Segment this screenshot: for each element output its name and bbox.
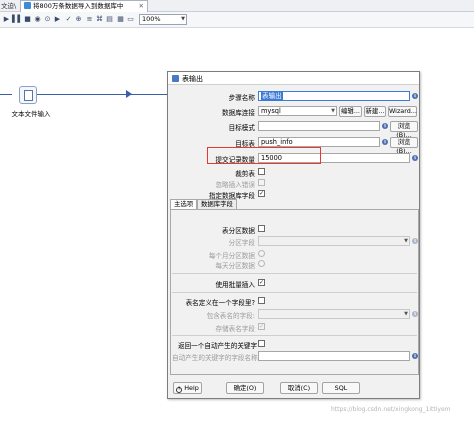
- hop-line[interactable]: [37, 94, 168, 95]
- ok-button[interactable]: 确定(O): [226, 382, 264, 394]
- watermark: https://blog.csdn.net/xingkong_1ittiyem: [331, 406, 451, 413]
- step-name-value: 表输出: [261, 92, 283, 100]
- zoom-select[interactable]: 100% ▼: [139, 14, 187, 25]
- tab-main-options[interactable]: 主选项: [170, 199, 198, 209]
- replay-icon[interactable]: ▶: [53, 15, 62, 24]
- help-label: Help: [184, 384, 199, 392]
- batch-insert-checkbox[interactable]: ✓: [258, 279, 265, 286]
- editor-tab-strip: 文迫\ 将800万条数据导入到数据库中 ✕: [0, 0, 474, 12]
- name-in-field-checkbox[interactable]: [258, 297, 265, 304]
- verify-icon[interactable]: ✓: [64, 15, 73, 24]
- explore-icon[interactable]: ⌘: [95, 15, 104, 24]
- sql-button[interactable]: SQL: [322, 382, 360, 394]
- commit-size-highlight: [207, 147, 321, 164]
- play-icon[interactable]: ▶: [2, 15, 11, 24]
- tab-database-fields[interactable]: 数据库字段: [197, 199, 237, 209]
- text-file-icon: [24, 90, 33, 101]
- variable-icon: $: [412, 155, 418, 161]
- stop-icon[interactable]: ■: [23, 15, 32, 24]
- transformation-icon: [24, 2, 31, 9]
- target-table-input[interactable]: push_info: [258, 137, 380, 147]
- results-icon[interactable]: ▤: [105, 15, 114, 24]
- name-in-field-label: 表名定义在一个字段里?: [185, 299, 255, 307]
- ignore-errors-checkbox[interactable]: [258, 179, 265, 186]
- chevron-down-icon: ▼: [181, 16, 185, 22]
- truncate-label: 裁剪表: [235, 170, 255, 178]
- sql-icon[interactable]: ≡: [85, 15, 94, 24]
- name-field-label: 包含表名的字段:: [206, 312, 255, 320]
- divider: [172, 335, 417, 336]
- close-icon[interactable]: ✕: [139, 1, 144, 12]
- connection-label: 数据库连接: [222, 109, 255, 117]
- grid-icon[interactable]: ▦: [116, 15, 125, 24]
- partition-day-radio[interactable]: [258, 260, 265, 267]
- partition-field-label: 分区字段: [228, 239, 255, 247]
- tab-transformation-label: 将800万条数据导入到数据库中: [33, 2, 124, 10]
- text-file-input-step[interactable]: [19, 86, 37, 104]
- connection-select[interactable]: mysql ▼: [258, 106, 337, 116]
- zoom-value: 100%: [142, 15, 161, 23]
- cancel-button[interactable]: 取消(C): [280, 382, 318, 394]
- specify-fields-checkbox[interactable]: ✓: [258, 190, 265, 197]
- step-name-input[interactable]: 表输出: [258, 91, 410, 101]
- hop-line-left: [0, 94, 12, 95]
- tab-previous[interactable]: 文迫\: [0, 1, 18, 11]
- browse-schema-button[interactable]: 浏览(B)...: [390, 121, 418, 139]
- variable-icon: $: [412, 238, 418, 244]
- variable-icon: $: [412, 93, 418, 99]
- batch-insert-label: 使用批量插入: [215, 281, 255, 289]
- chevron-down-icon: ▼: [404, 238, 408, 244]
- variable-icon: $: [412, 353, 418, 359]
- divider: [172, 273, 417, 274]
- browse-table-button[interactable]: 浏览(B)...: [390, 137, 418, 155]
- debug-icon[interactable]: ⊙: [43, 15, 52, 24]
- partition-month-label: 每个月分区数据: [208, 252, 255, 260]
- return-key-checkbox[interactable]: [258, 340, 265, 347]
- transformation-toolbar: ▶ ▌▌ ■ ◉ ⊙ ▶ ✓ ⊕ ≡ ⌘ ▤ ▦ ▭ 100% ▼: [0, 12, 474, 28]
- key-field-label: 自动产生的关键字的字段名称: [172, 354, 258, 362]
- table-output-dialog: 表输出 步骤名称 表输出 $ 数据库连接 mysql ▼ 编辑... 新建...…: [167, 71, 420, 399]
- store-name-checkbox[interactable]: ✓: [258, 323, 265, 330]
- divider: [172, 292, 417, 293]
- dialog-tabs: 主选项 数据库字段: [170, 199, 419, 209]
- new-connection-button[interactable]: 新建...: [364, 106, 386, 117]
- chevron-down-icon: ▼: [331, 108, 335, 114]
- step-name-label: 步骤名称: [228, 94, 255, 102]
- dialog-title: 表输出: [182, 75, 203, 83]
- variable-icon: $: [412, 311, 418, 317]
- return-key-label: 返回一个自动产生的关键字: [178, 342, 258, 350]
- help-button[interactable]: ? Help: [173, 382, 202, 394]
- target-schema-label: 目标模式: [228, 124, 255, 132]
- tab-transformation[interactable]: 将800万条数据导入到数据库中 ✕: [20, 0, 148, 12]
- step-label: 文本文件输入: [11, 110, 51, 118]
- store-name-label: 存储表名字段: [215, 325, 255, 333]
- partition-day-label: 每天分区数据: [215, 262, 255, 270]
- partition-checkbox[interactable]: [258, 225, 265, 232]
- pause-icon[interactable]: ▌▌: [12, 15, 23, 24]
- impact-icon[interactable]: ⊕: [74, 15, 83, 24]
- key-field-input[interactable]: [258, 351, 410, 361]
- name-field-select[interactable]: ▼: [258, 309, 410, 319]
- partition-label: 表分区数据: [222, 227, 255, 235]
- edit-connection-button[interactable]: 编辑...: [339, 106, 362, 117]
- variable-icon: $: [382, 139, 388, 145]
- connection-value: mysql: [261, 107, 281, 115]
- table-output-icon: [172, 75, 179, 82]
- hop-arrow-icon: [126, 90, 132, 98]
- ignore-errors-label: 忽略插入错误: [215, 181, 255, 189]
- wizard-button[interactable]: Wizard...: [388, 106, 417, 117]
- dialog-title-bar: 表输出: [168, 72, 419, 85]
- target-schema-input[interactable]: [258, 121, 380, 131]
- truncate-checkbox[interactable]: [258, 168, 265, 175]
- partition-field-select[interactable]: ▼: [258, 236, 410, 246]
- chevron-down-icon: ▼: [404, 311, 408, 317]
- partition-month-radio[interactable]: [258, 250, 265, 257]
- layout-icon[interactable]: ▭: [126, 15, 135, 24]
- preview-icon[interactable]: ◉: [33, 15, 42, 24]
- help-icon: ?: [176, 387, 183, 393]
- variable-icon: $: [382, 123, 388, 129]
